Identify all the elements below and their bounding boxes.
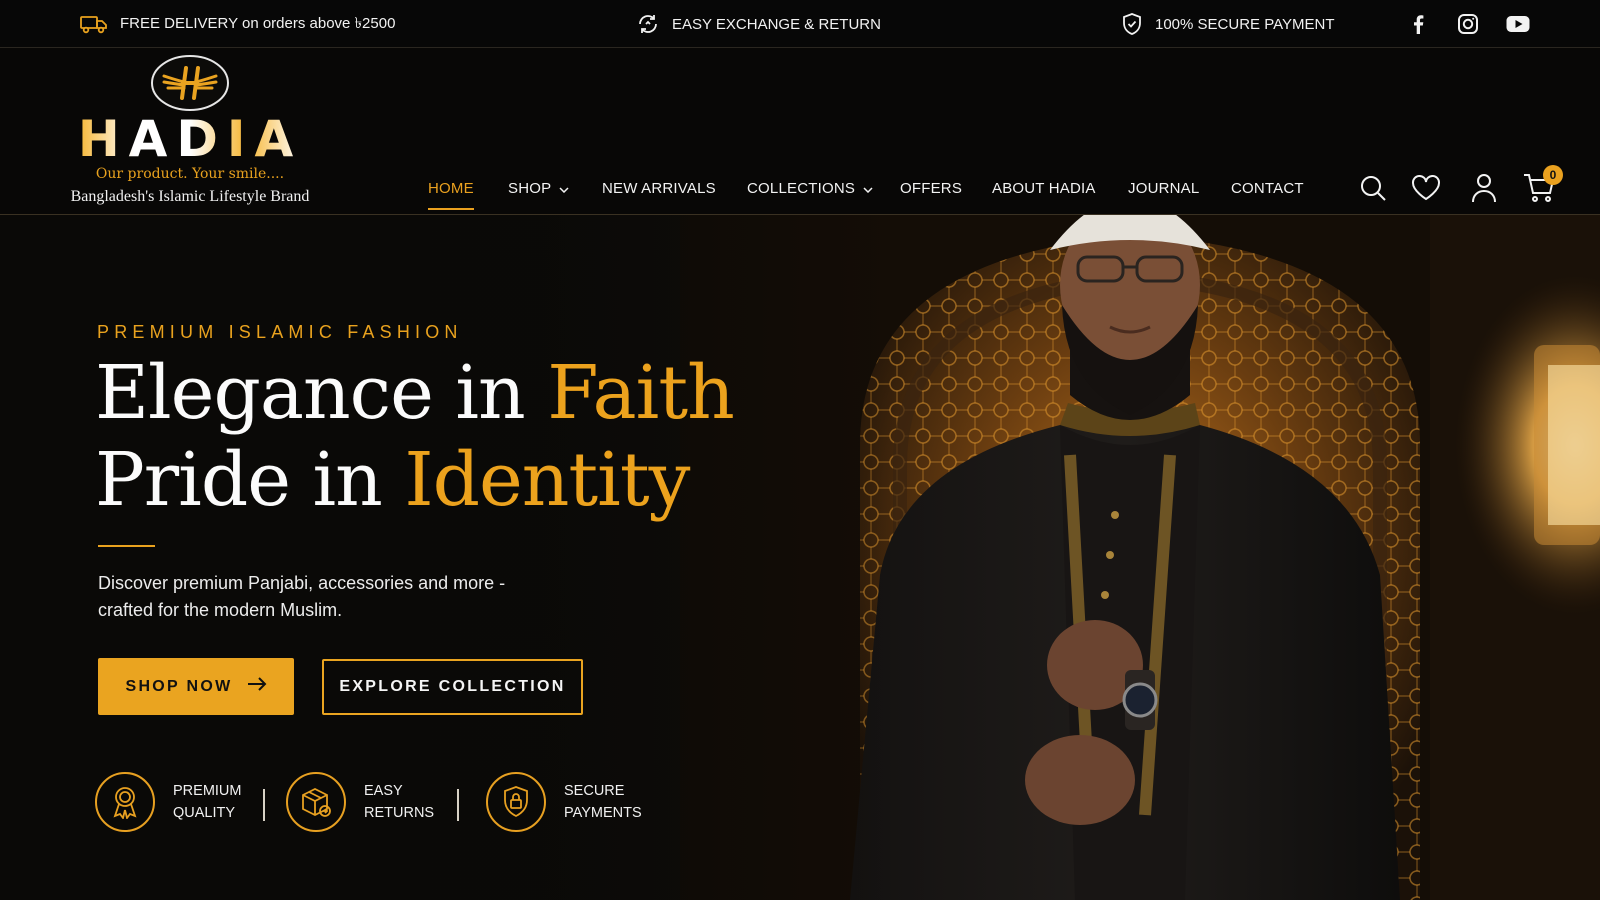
search-icon[interactable] <box>1357 172 1389 204</box>
logo-subtitle: Bangladesh's Islamic Lifestyle Brand <box>70 188 310 205</box>
hero-headline-2-white: Pride in <box>95 437 405 523</box>
feature-separator <box>263 789 265 821</box>
hero-headline-1-white: Elegance in <box>95 350 548 436</box>
box-return-icon <box>286 772 346 832</box>
hero-divider <box>98 545 155 547</box>
nav-shop[interactable]: SHOP <box>508 180 569 197</box>
nav-new-arrivals[interactable]: NEW ARRIVALS <box>602 180 716 197</box>
hero-description: Discover premium Panjabi, accessories an… <box>98 570 568 624</box>
chevron-down-icon <box>863 180 873 197</box>
nav-about[interactable]: ABOUT HADIA <box>992 180 1096 197</box>
feature-2-line-2: RETURNS <box>364 805 435 821</box>
logo-emblem <box>150 54 230 112</box>
nav-journal-label: JOURNAL <box>1128 180 1200 197</box>
free-delivery-notice: FREE DELIVERY on orders above ৳2500 <box>80 0 395 48</box>
free-delivery-text: FREE DELIVERY on orders above ৳2500 <box>120 14 396 32</box>
feature-1-line-1: PREMIUM <box>173 783 242 799</box>
explore-collection-label: EXPLORE COLLECTION <box>339 678 566 695</box>
social-links <box>1406 0 1530 48</box>
feature-2-line-1: EASY <box>364 783 403 799</box>
nav-contact[interactable]: CONTACT <box>1231 180 1304 197</box>
chevron-down-icon <box>559 180 569 197</box>
cart-count-badge: 0 <box>1543 165 1563 185</box>
feature-secure-payments-text: SECURE PAYMENTS <box>564 780 642 824</box>
feature-premium-quality: PREMIUM QUALITY <box>95 772 241 832</box>
nav-journal[interactable]: JOURNAL <box>1128 180 1199 197</box>
logo-wordmark: HADIA <box>74 110 306 168</box>
facebook-icon[interactable] <box>1406 12 1430 36</box>
hero-description-line-1: Discover premium Panjabi, accessories an… <box>98 573 506 593</box>
nav-home[interactable]: HOME <box>428 180 474 197</box>
nav-new-arrivals-label: NEW ARRIVALS <box>602 180 716 197</box>
medal-icon <box>95 772 155 832</box>
exchange-notice: EASY EXCHANGE & RETURN <box>636 0 881 48</box>
hero-description-line-2: crafted for the modern Muslim. <box>98 600 343 620</box>
exchange-icon <box>636 12 660 36</box>
explore-collection-button[interactable]: EXPLORE COLLECTION <box>322 659 583 715</box>
feature-3-line-1: SECURE <box>564 783 625 799</box>
logo-tagline: Our product. Your smile.... <box>95 166 285 182</box>
shield-lock-icon <box>486 772 546 832</box>
nav-offers-label: OFFERS <box>900 180 963 197</box>
hero-headline-1-gold: Faith <box>547 350 735 436</box>
heart-icon[interactable] <box>1410 172 1442 204</box>
nav-home-label: HOME <box>428 180 474 197</box>
secure-payment-text: 100% SECURE PAYMENT <box>1155 15 1335 33</box>
arrow-right-icon <box>247 677 267 696</box>
shop-now-button[interactable]: SHOP NOW <box>98 658 294 715</box>
secure-payment-notice: 100% SECURE PAYMENT <box>1121 0 1335 48</box>
announcement-bar: FREE DELIVERY on orders above ৳2500 EASY… <box>0 0 1600 48</box>
nav-shop-label: SHOP <box>508 180 552 197</box>
hero-section: PREMIUM ISLAMIC FASHION Elegance in Fait… <box>0 215 1600 900</box>
instagram-icon[interactable] <box>1456 12 1480 36</box>
site-header: HADIA Our product. Your smile.... Bangla… <box>0 48 1600 215</box>
youtube-icon[interactable] <box>1506 12 1530 36</box>
hero-headline-line-2: Pride in Identity <box>95 437 690 523</box>
nav-contact-label: CONTACT <box>1231 180 1304 197</box>
nav-about-label: ABOUT HADIA <box>992 180 1096 197</box>
brand-logo[interactable]: HADIA Our product. Your smile.... Bangla… <box>54 52 336 212</box>
exchange-text: EASY EXCHANGE & RETURN <box>672 15 881 33</box>
feature-separator <box>457 789 459 821</box>
feature-easy-returns: EASY RETURNS <box>286 772 434 832</box>
feature-3-line-2: PAYMENTS <box>564 805 642 821</box>
feature-secure-payments: SECURE PAYMENTS <box>486 772 642 832</box>
feature-1-line-2: QUALITY <box>173 805 236 821</box>
shield-icon <box>1121 12 1143 36</box>
truck-icon <box>80 14 108 34</box>
nav-active-indicator <box>428 208 474 210</box>
user-icon[interactable] <box>1468 172 1500 204</box>
feature-easy-returns-text: EASY RETURNS <box>364 780 434 824</box>
svg-text:HADIA: HADIA <box>78 112 302 164</box>
hero-eyebrow: PREMIUM ISLAMIC FASHION <box>97 322 463 342</box>
hero-headline-line-1: Elegance in Faith <box>95 350 735 436</box>
hero-headline-2-gold: Identity <box>404 437 690 523</box>
nav-offers[interactable]: OFFERS <box>900 180 962 197</box>
feature-premium-quality-text: PREMIUM QUALITY <box>173 780 241 824</box>
nav-collections-label: COLLECTIONS <box>747 180 856 197</box>
shop-now-label: SHOP NOW <box>125 677 233 695</box>
nav-collections[interactable]: COLLECTIONS <box>747 180 873 197</box>
